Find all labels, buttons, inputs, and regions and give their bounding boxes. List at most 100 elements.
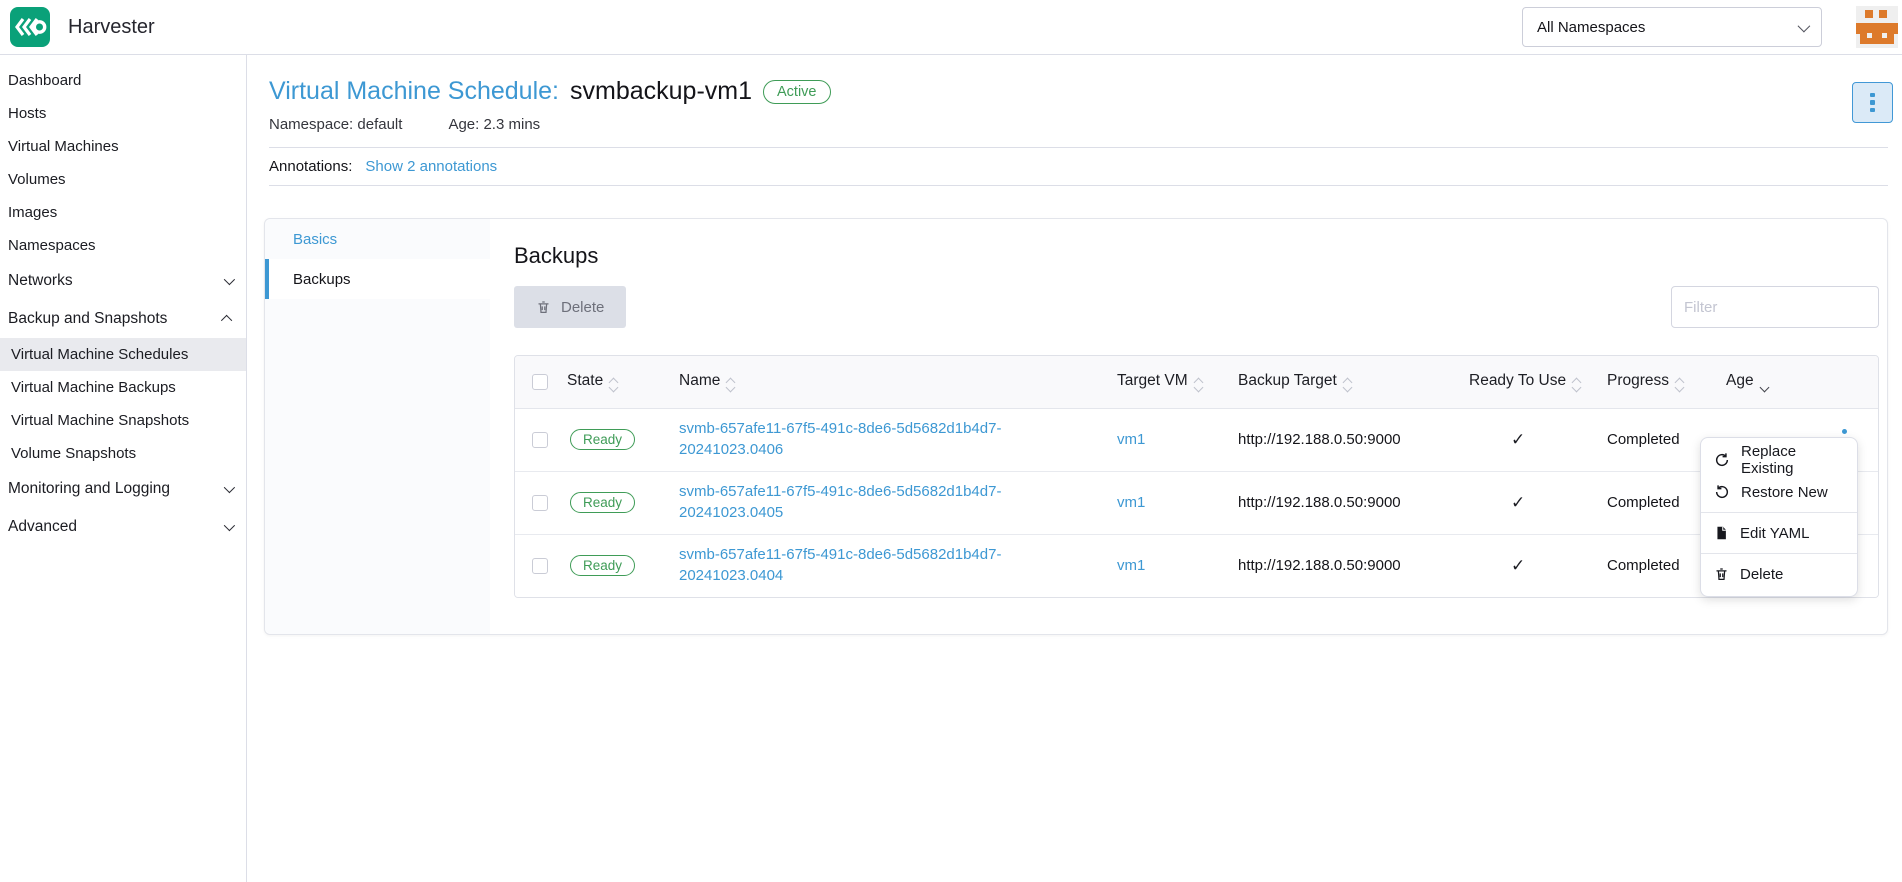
sidebar-item[interactable]: Namespaces [0,229,246,262]
sort-icon [1195,379,1202,391]
sidebar-item-label: Networks [8,272,224,290]
restore-icon [1714,484,1730,500]
checkmark-icon: ✓ [1469,556,1525,575]
select-all-checkbox[interactable] [532,374,548,390]
sidebar-item-label: Volumes [8,171,232,188]
sidebar-item[interactable]: Monitoring and Logging [0,470,246,508]
state-badge: Ready [570,492,635,513]
row-checkbox[interactable] [532,432,548,448]
row-action-menu: Replace Existing Restore New Edit YAML D… [1700,437,1858,597]
col-header-name[interactable]: Name [679,356,1117,408]
col-header-backup-target[interactable]: Backup Target [1238,356,1469,408]
sidebar-item[interactable]: Virtual Machine Backups [0,371,246,404]
sidebar-item-label: Hosts [8,105,232,122]
backups-table: State Name Target VM Backup Target [514,355,1879,598]
backup-name-link[interactable]: svmb-657afe11-67f5-491c-8de6-5d5682d1b4d… [679,482,1031,523]
table-row: Ready svmb-657afe11-67f5-491c-8de6-5d568… [515,534,1878,597]
sort-icon [1676,379,1683,391]
sidebar-item[interactable]: Virtual Machine Snapshots [0,404,246,437]
sort-icon [1344,379,1351,391]
state-badge: Ready [570,429,635,450]
annotations-row: Annotations: Show 2 annotations [269,147,1888,186]
page-head: Virtual Machine Schedule: svmbackup-vm1 … [247,55,1902,133]
status-badge: Active [763,80,831,104]
page-title: svmbackup-vm1 [570,77,752,106]
page-actions-button[interactable] [1852,82,1893,123]
namespace-meta: Namespace: default [269,116,402,133]
backups-panel: Backups Delete [490,219,1887,634]
sidebar-item[interactable]: Virtual Machines [0,130,246,163]
sidebar-item[interactable]: Volumes [0,163,246,196]
namespace-select-value: All Namespaces [1537,19,1798,36]
main-content: Virtual Machine Schedule: svmbackup-vm1 … [247,55,1902,882]
state-badge: Ready [570,555,635,576]
target-vm-link[interactable]: vm1 [1117,431,1145,448]
sidebar-item[interactable]: Volume Snapshots [0,437,246,470]
menu-item-delete[interactable]: Delete [1701,558,1857,590]
progress-value: Completed [1607,431,1680,448]
trash-icon [1714,566,1729,582]
sort-icon [610,379,617,391]
backup-target-value: http://192.188.0.50:9000 [1238,494,1401,511]
app-title: Harvester [68,16,155,39]
checkmark-icon: ✓ [1469,430,1525,449]
sort-icon [727,379,734,391]
sidebar-item-label: Virtual Machine Backups [11,379,232,396]
page-title-type-link[interactable]: Virtual Machine Schedule: [269,77,559,106]
backup-target-value: http://192.188.0.50:9000 [1238,431,1401,448]
menu-divider [1701,512,1857,513]
col-header-progress[interactable]: Progress [1607,356,1726,408]
sidebar-item[interactable]: Advanced [0,508,246,546]
sidebar-item-label: Backup and Snapshots [8,310,224,328]
backup-name-link[interactable]: svmb-657afe11-67f5-491c-8de6-5d5682d1b4d… [679,419,1031,460]
sidebar-item-label: Virtual Machine Snapshots [11,412,232,429]
sidebar-item[interactable]: Dashboard [0,64,246,97]
chevron-down-icon [224,274,235,285]
show-annotations-link[interactable]: Show 2 annotations [365,158,497,175]
table-row: Ready svmb-657afe11-67f5-491c-8de6-5d568… [515,408,1878,471]
detail-card: Basics Backups Backups Delete [264,218,1888,635]
menu-item-restore-new[interactable]: Restore New [1701,476,1857,508]
refresh-icon [1714,452,1730,468]
sidebar-item[interactable]: Networks [0,262,246,300]
menu-item-replace-existing[interactable]: Replace Existing [1701,444,1857,476]
row-checkbox[interactable] [532,558,548,574]
sidebar-item-label: Images [8,204,232,221]
target-vm-link[interactable]: vm1 [1117,494,1145,511]
col-header-target-vm[interactable]: Target VM [1117,356,1238,408]
row-actions-button[interactable] [1842,429,1847,434]
harvester-logo[interactable] [10,7,50,47]
sidebar-item[interactable]: Hosts [0,97,246,130]
target-vm-link[interactable]: vm1 [1117,557,1145,574]
sidebar-item-label: Virtual Machines [8,138,232,155]
sidebar-item-label: Monitoring and Logging [8,480,224,498]
trash-icon [536,299,551,315]
col-header-state[interactable]: State [567,356,679,408]
sidebar-item[interactable]: Backup and Snapshots [0,300,246,338]
age-meta: Age: 2.3 mins [448,116,540,133]
col-header-age[interactable]: Age [1726,356,1878,408]
sidebar-item-label: Dashboard [8,72,232,89]
menu-divider [1701,553,1857,554]
sidebar-item[interactable]: Images [0,196,246,229]
user-avatar[interactable] [1856,6,1898,48]
tab-backups[interactable]: Backups [265,259,490,299]
table-header-row: State Name Target VM Backup Target [515,356,1878,408]
row-checkbox[interactable] [532,495,548,511]
col-header-ready-to-use[interactable]: Ready To Use [1469,356,1607,408]
chevron-down-icon [224,482,235,493]
sidebar-item-label: Volume Snapshots [11,445,232,462]
sidebar-item[interactable]: Virtual Machine Schedules [0,338,246,371]
checkmark-icon: ✓ [1469,493,1525,512]
progress-value: Completed [1607,494,1680,511]
namespace-select[interactable]: All Namespaces [1522,7,1822,47]
backup-name-link[interactable]: svmb-657afe11-67f5-491c-8de6-5d5682d1b4d… [679,545,1031,586]
backup-target-value: http://192.188.0.50:9000 [1238,557,1401,574]
filter-input[interactable] [1671,286,1879,328]
bulk-delete-button[interactable]: Delete [514,286,626,328]
progress-value: Completed [1607,557,1680,574]
section-title: Backups [514,243,1879,269]
tab-basics[interactable]: Basics [265,219,490,259]
sort-icon [1573,379,1580,391]
menu-item-edit-yaml[interactable]: Edit YAML [1701,517,1857,549]
